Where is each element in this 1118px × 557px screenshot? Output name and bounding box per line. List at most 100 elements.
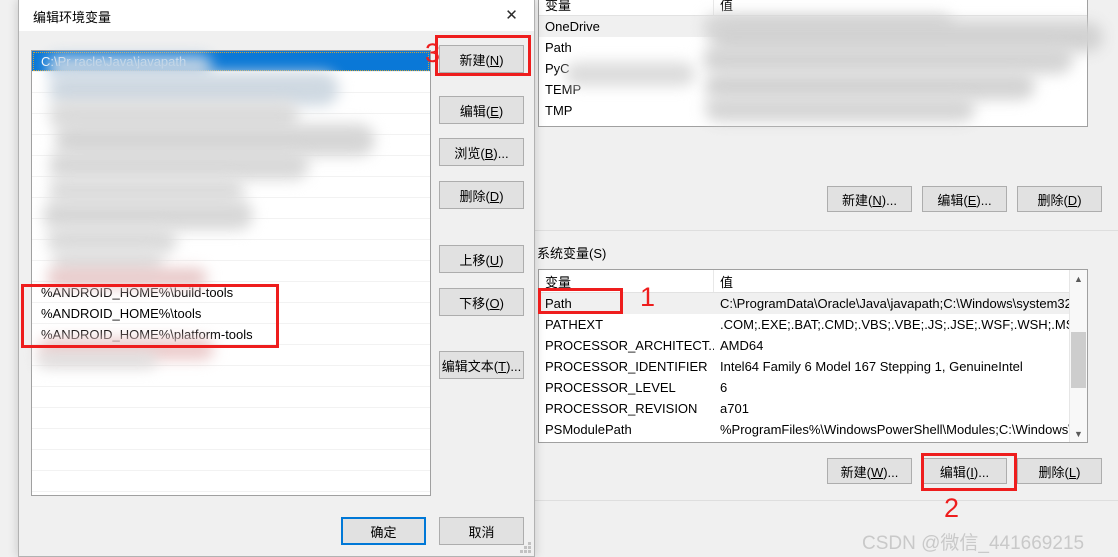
annotation-box-new-button (435, 35, 531, 76)
path-entry-row-empty[interactable] (32, 387, 430, 408)
dialog-move-up-label: 上移(U) (459, 252, 504, 268)
system-vars-delete-button[interactable]: 删除(L) (1017, 458, 1102, 484)
path-entry-row[interactable] (32, 219, 430, 240)
path-entry-row-empty[interactable] (32, 471, 430, 492)
dialog-move-up-button[interactable]: 上移(U) (439, 245, 524, 273)
system-vars-scrollbar[interactable]: ▲ ▼ (1069, 270, 1087, 442)
annotation-box-android-paths (21, 284, 279, 348)
path-entry-row[interactable] (32, 93, 430, 114)
annotation-number-one: 1 (640, 282, 656, 312)
close-icon[interactable]: ✕ (489, 0, 534, 30)
user-vars-header-row: 变量 值 (539, 0, 1087, 16)
user-vars-col-name: 变量 (539, 0, 714, 15)
user-vars-row-name: Path (545, 40, 572, 55)
system-vars-row-value: AMD64 (720, 338, 764, 353)
path-entry-row[interactable] (32, 156, 430, 177)
scroll-down-arrow-icon[interactable]: ▼ (1070, 425, 1087, 442)
system-vars-row-value: Intel64 Family 6 Model 167 Stepping 1, G… (720, 359, 1023, 374)
system-vars-row[interactable]: PROCESSOR_REVISION a701 (539, 398, 1087, 419)
path-entry-row[interactable] (32, 114, 430, 135)
cancel-label: 取消 (468, 524, 495, 540)
system-vars-row[interactable]: PATHEXT .COM;.EXE;.BAT;.CMD;.VBS;.VBE;.J… (539, 314, 1087, 335)
dialog-browse-button[interactable]: 浏览(B)... (439, 138, 524, 166)
user-vars-delete-button[interactable]: 删除(D) (1017, 186, 1102, 212)
user-vars-row-name: PyC (545, 61, 570, 76)
system-vars-row-value: 6 (720, 380, 728, 395)
path-entry-row[interactable] (32, 240, 430, 261)
annotation-box-system-edit-button (921, 453, 1017, 491)
system-vars-new-label: 新建(W)... (840, 464, 899, 480)
user-vars-row[interactable]: PyC (539, 58, 1087, 79)
system-vars-row-value: .COM;.EXE;.BAT;.CMD;.VBS;.VBE;.JS;.JSE;.… (720, 317, 1084, 332)
dialog-browse-label: 浏览(B)... (454, 145, 509, 161)
path-entry-row-empty[interactable] (32, 366, 430, 387)
dialog-edit-button[interactable]: 编辑(E) (439, 96, 524, 124)
dialog-edit-label: 编辑(E) (459, 103, 504, 119)
system-vars-row[interactable]: PROCESSOR_IDENTIFIER Intel64 Family 6 Mo… (539, 356, 1087, 377)
user-vars-row[interactable]: OneDrive (539, 16, 1087, 37)
system-vars-row-name: PSModulePath (545, 422, 632, 437)
ok-button[interactable]: 确定 (341, 517, 426, 545)
dialog-delete-label: 删除(D) (459, 188, 504, 204)
annotation-number-three: 3 (425, 38, 441, 68)
scrollbar-thumb[interactable] (1071, 332, 1086, 388)
path-entry-row[interactable] (32, 72, 430, 93)
system-vars-new-button[interactable]: 新建(W)... (827, 458, 912, 484)
cancel-button[interactable]: 取消 (439, 517, 524, 545)
user-vars-new-label: 新建(N)... (842, 192, 897, 208)
system-vars-row-value: a701 (720, 401, 749, 416)
user-vars-col-value: 值 (720, 0, 734, 13)
dialog-edit-text-label: 编辑文本(T)... (441, 358, 522, 374)
path-entry-row[interactable] (32, 177, 430, 198)
path-entry-row[interactable]: C:\Pr racle\Java\javapath (32, 51, 430, 72)
user-vars-delete-label: 删除(D) (1037, 192, 1082, 208)
dialog-title: 编辑环境变量 (33, 10, 112, 25)
user-vars-row-name: TEMP (545, 82, 582, 97)
user-vars-row-name: OneDrive (545, 19, 600, 34)
annotation-box-path-row (538, 288, 623, 314)
system-vars-row-name: PROCESSOR_ARCHITECT... (545, 338, 714, 353)
annotation-number-two: 2 (944, 493, 960, 523)
screen: 变量 值 OneDrive Path PyC TEMP TMP 新建(N)...… (0, 0, 1118, 557)
user-vars-new-button[interactable]: 新建(N)... (827, 186, 912, 212)
scroll-up-arrow-icon[interactable]: ▲ (1070, 270, 1087, 287)
path-entry-row-empty[interactable] (32, 408, 430, 429)
path-entry-row[interactable] (32, 198, 430, 219)
system-vars-row[interactable]: PSModulePath %ProgramFiles%\WindowsPower… (539, 419, 1087, 440)
dialog-title-bar: 编辑环境变量 ✕ (19, 0, 534, 31)
system-vars-row-value: %ProgramFiles%\WindowsPowerShell\Modules… (720, 422, 1083, 437)
path-entry-row[interactable] (32, 261, 430, 282)
user-vars-row[interactable]: Path (539, 37, 1087, 58)
bottom-divider (535, 500, 1118, 501)
system-vars-row-name: PATHEXT (545, 317, 604, 332)
edit-environment-variable-dialog: 编辑环境变量 ✕ C:\Pr racle\Java\javapath %ANDR… (18, 0, 535, 557)
path-entry-row-empty[interactable] (32, 450, 430, 471)
path-entry-row-empty[interactable] (32, 429, 430, 450)
system-vars-row-value: C:\ProgramData\Oracle\Java\javapath;C:\W… (720, 296, 1087, 311)
csdn-watermark: CSDN @微信_441669215 (862, 533, 1085, 554)
dialog-move-down-label: 下移(O) (459, 295, 504, 311)
system-vars-row-name: PROCESSOR_IDENTIFIER (545, 359, 708, 374)
env-window-content: 变量 值 OneDrive Path PyC TEMP TMP 新建(N)...… (535, 0, 1118, 557)
path-entry-row[interactable] (32, 345, 430, 366)
section-divider (535, 230, 1118, 231)
dialog-delete-button[interactable]: 删除(D) (439, 181, 524, 209)
system-vars-row[interactable]: PROCESSOR_ARCHITECT... AMD64 (539, 335, 1087, 356)
path-entry-row[interactable] (32, 135, 430, 156)
dialog-edit-text-button[interactable]: 编辑文本(T)... (439, 351, 524, 379)
resize-grip[interactable] (519, 541, 531, 553)
user-variables-list[interactable]: 变量 值 OneDrive Path PyC TEMP TMP (538, 0, 1088, 127)
user-vars-row[interactable]: TEMP (539, 79, 1087, 100)
system-vars-row-name: PROCESSOR_REVISION (545, 401, 698, 416)
path-entries-list[interactable]: C:\Pr racle\Java\javapath %ANDROID_HOME%… (31, 50, 431, 496)
dialog-move-down-button[interactable]: 下移(O) (439, 288, 524, 316)
user-vars-edit-button[interactable]: 编辑(E)... (922, 186, 1007, 212)
system-vars-col-value: 值 (720, 275, 734, 290)
system-vars-delete-label: 删除(L) (1038, 464, 1081, 480)
user-vars-row-name: TMP (545, 103, 573, 118)
system-vars-row-name: PROCESSOR_LEVEL (545, 380, 676, 395)
system-variables-label: 系统变量(S) (537, 246, 607, 261)
user-vars-edit-label: 编辑(E)... (937, 192, 992, 208)
user-vars-row[interactable]: TMP (539, 100, 1087, 121)
system-vars-row[interactable]: PROCESSOR_LEVEL 6 (539, 377, 1087, 398)
